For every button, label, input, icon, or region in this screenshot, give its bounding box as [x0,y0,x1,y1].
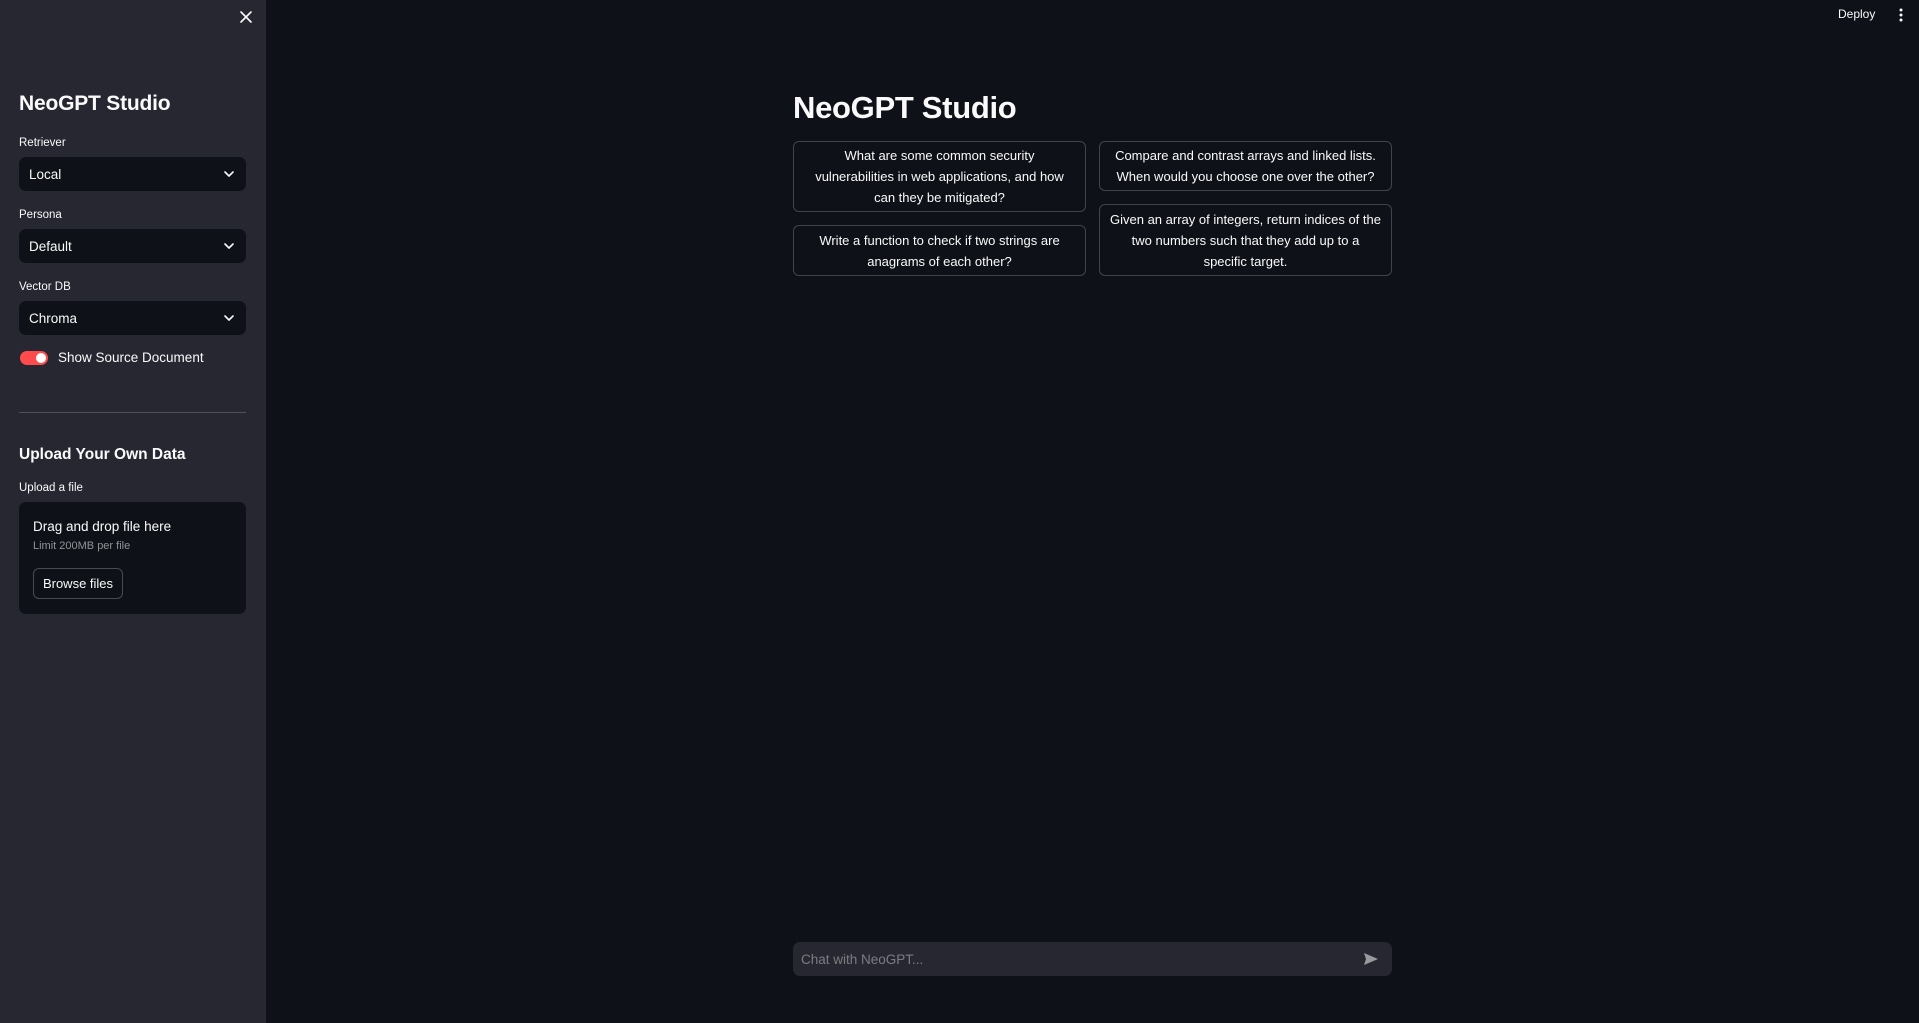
main-menu-button[interactable] [1893,6,1909,24]
show-source-toggle-row[interactable]: Show Source Document [20,350,204,365]
suggestion-button[interactable]: What are some common security vulnerabil… [793,141,1086,212]
sidebar-divider [19,412,246,413]
kebab-menu-icon [1899,8,1903,22]
show-source-label: Show Source Document [58,350,204,365]
page-title: NeoGPT Studio [793,90,1017,125]
sidebar-title: NeoGPT Studio [19,92,171,115]
chat-input-container [793,942,1392,976]
send-icon [1364,953,1378,965]
vector-db-label: Vector DB [19,281,71,293]
vector-db-select[interactable]: Chroma [19,301,246,335]
show-source-toggle[interactable] [20,350,48,365]
send-button[interactable] [1360,948,1382,970]
dropzone-title: Drag and drop file here [33,519,172,534]
persona-select[interactable]: Default [19,229,246,263]
dropzone-limit: Limit 200MB per file [33,540,131,552]
suggestion-button[interactable]: Compare and contrast arrays and linked l… [1099,141,1392,191]
retriever-select[interactable]: Local [19,157,246,191]
toggle-knob [36,352,46,363]
retriever-value: Local [29,166,62,182]
chevron-down-icon [224,171,234,177]
browse-files-button[interactable]: Browse files [33,568,123,599]
retriever-label: Retriever [19,137,66,149]
chevron-down-icon [224,243,234,249]
close-sidebar-button[interactable] [235,6,257,28]
close-icon [240,11,252,23]
suggestion-button[interactable]: Write a function to check if two strings… [793,225,1086,276]
chevron-down-icon [224,315,234,321]
app: NeoGPT Studio Retriever Local Persona De… [0,0,1919,1023]
persona-label: Persona [19,209,62,221]
deploy-button[interactable]: Deploy [1838,7,1875,21]
upload-section-title: Upload Your Own Data [19,446,186,463]
suggestion-button[interactable]: Given an array of integers, return indic… [1099,204,1392,276]
vector-db-value: Chroma [29,310,78,326]
sidebar: NeoGPT Studio Retriever Local Persona De… [0,0,266,1023]
upload-label: Upload a file [19,482,83,494]
persona-value: Default [29,238,72,254]
file-dropzone[interactable]: Drag and drop file here Limit 200MB per … [19,502,246,614]
chat-input[interactable] [801,951,1360,967]
